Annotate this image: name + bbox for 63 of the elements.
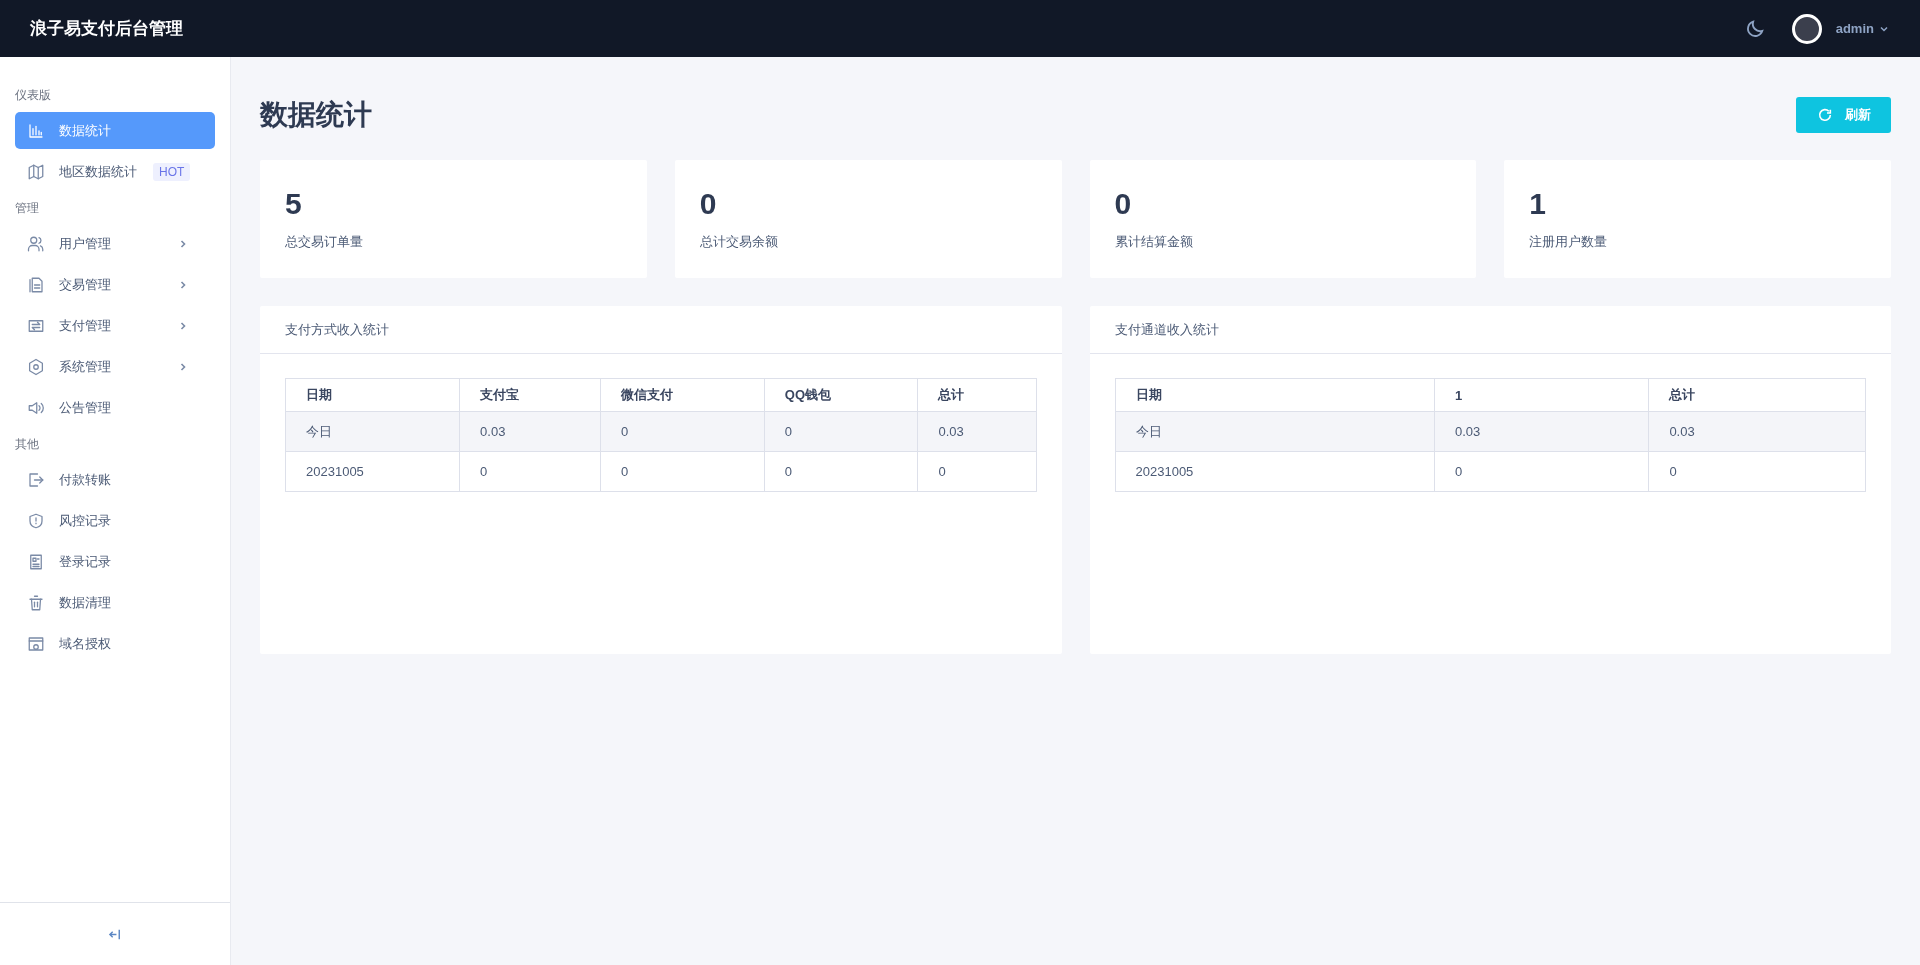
menu-icon: [27, 234, 45, 253]
section-heading: 其他: [15, 436, 40, 453]
stat-label: 注册用户数量: [1529, 233, 1609, 251]
table-cell: 20231005: [1115, 451, 1435, 492]
column-header: 总计: [1648, 378, 1866, 412]
menu-icon: [27, 593, 45, 612]
menu-item[interactable]: 交易管理: [15, 266, 215, 303]
menu-icon: [27, 275, 45, 294]
menu-item[interactable]: 支付管理: [15, 307, 215, 344]
table-cell: 0: [1648, 451, 1866, 492]
menu-icon: [27, 552, 45, 571]
menu-item[interactable]: 公告管理: [15, 389, 215, 426]
table-cell: 0: [459, 451, 601, 492]
table-cell: 今日: [1115, 411, 1435, 452]
column-header: 支付宝: [459, 378, 601, 412]
column-header: 日期: [285, 378, 460, 412]
table-cell: 0: [600, 451, 765, 492]
menu-item[interactable]: 地区数据统计 HOT: [15, 153, 215, 190]
menu-icon: [27, 634, 45, 653]
menu-item[interactable]: 付款转账: [15, 461, 215, 498]
table-cell: 0: [764, 451, 918, 492]
menu-icon: [27, 470, 45, 489]
section-heading: 仪表版: [15, 87, 52, 104]
panel-title: 支付方式收入统计: [285, 320, 389, 339]
menu-icon: [27, 357, 45, 376]
stat-value: 5: [285, 187, 303, 221]
stat-value: 0: [699, 187, 718, 221]
menu-item[interactable]: 系统管理: [15, 348, 215, 385]
stat-label: 总交易订单量: [285, 233, 364, 251]
panel-title: 支付通道收入统计: [1114, 320, 1219, 339]
user-menu[interactable]: admin: [1835, 21, 1890, 36]
stat-label: 总计交易余额: [699, 233, 779, 251]
stat-label: 累计结算金额: [1114, 233, 1194, 251]
menu-icon: [27, 511, 45, 530]
column-header: 日期: [1115, 378, 1435, 412]
menu-item[interactable]: 登录记录: [15, 543, 215, 580]
hot-badge: HOT: [153, 162, 191, 181]
table-cell: 0.03: [1434, 411, 1649, 452]
table-cell: 0.03: [917, 411, 1036, 452]
app-title: 浪子易支付后台管理: [30, 18, 183, 40]
section-heading: 管理: [15, 200, 40, 217]
column-header: 微信支付: [600, 378, 765, 412]
menu-item[interactable]: 用户管理: [15, 225, 215, 262]
stat-value: 0: [1114, 187, 1133, 221]
table-cell: 0.03: [459, 411, 601, 452]
table-cell: 0: [917, 451, 1036, 492]
table-cell: 0: [764, 411, 918, 452]
column-header: 总计: [917, 378, 1036, 412]
column-header: 1: [1434, 378, 1649, 412]
refresh-icon: [1816, 107, 1833, 123]
table-cell: 20231005: [285, 451, 460, 492]
menu-item[interactable]: 域名授权: [15, 625, 215, 662]
stat-value: 1: [1529, 187, 1547, 221]
table-cell: 0: [1434, 451, 1649, 492]
table-cell: 今日: [285, 411, 460, 452]
table-cell: 0: [600, 411, 765, 452]
menu-item[interactable]: 风控记录: [15, 502, 215, 539]
menu-item[interactable]: 数据清理: [15, 584, 215, 621]
avatar[interactable]: [1791, 13, 1822, 44]
menu-icon: [27, 162, 45, 181]
table-cell: 0.03: [1648, 411, 1866, 452]
column-header: QQ钱包: [764, 378, 918, 412]
page-title: 数据统计: [260, 98, 372, 132]
